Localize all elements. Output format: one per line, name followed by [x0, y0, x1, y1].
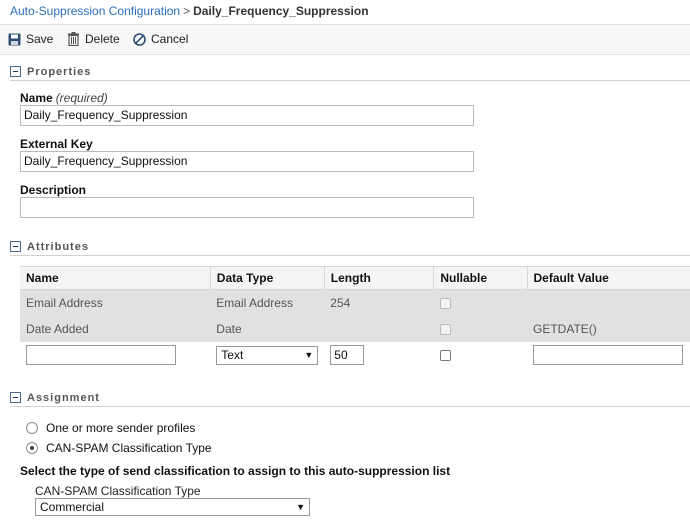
nullable-cell — [433, 289, 527, 316]
column-header: Length — [324, 266, 435, 290]
breadcrumb-separator: > — [183, 4, 191, 18]
classification-type-label: CAN-SPAM Classification Type — [35, 484, 201, 498]
new-length-cell: 50 — [324, 341, 434, 369]
attributes-section-header[interactable]: Attributes — [10, 238, 690, 256]
new-default-cell — [527, 341, 690, 369]
required-marker: (required) — [55, 91, 108, 105]
classification-instruction: Select the type of send classification t… — [20, 464, 451, 478]
nullable-cell — [433, 315, 527, 342]
section-title: Attributes — [27, 240, 89, 253]
new-name-cell — [20, 341, 211, 369]
column-header: Default Value — [527, 266, 690, 290]
toolbar: Save Delete Cancel — [0, 24, 690, 55]
external-key-label: External Key — [20, 137, 93, 151]
new-attribute-name-input[interactable] — [26, 345, 176, 365]
section-title: Assignment — [27, 391, 100, 404]
dropdown-arrow-icon: ▼ — [296, 502, 305, 512]
attribute-data-type: Date — [210, 315, 325, 342]
attribute-default-value: GETDATE() — [527, 315, 690, 342]
attribute-data-type: Email Address — [210, 289, 325, 316]
assignment-section-header[interactable]: Assignment — [10, 389, 690, 407]
delete-button[interactable]: Delete — [67, 32, 120, 46]
nullable-checkbox — [439, 298, 451, 310]
radio-button[interactable] — [26, 442, 38, 454]
new-data-type-cell: Text ▼ — [210, 341, 325, 369]
cancel-icon — [133, 32, 146, 46]
radio-label: CAN-SPAM Classification Type — [46, 441, 212, 455]
save-label: Save — [26, 32, 54, 46]
collapse-icon[interactable] — [10, 392, 21, 403]
radio-button[interactable] — [26, 422, 38, 434]
attribute-length — [324, 315, 434, 342]
radio-can-spam[interactable]: CAN-SPAM Classification Type — [26, 441, 212, 455]
column-header: Data Type — [210, 266, 325, 290]
description-label: Description — [20, 183, 87, 197]
nullable-checkbox[interactable] — [439, 350, 451, 362]
save-icon — [8, 33, 21, 45]
attribute-name: Email Address — [20, 289, 211, 316]
trash-icon — [68, 32, 79, 46]
nullable-checkbox — [439, 323, 451, 335]
table-header-row: Name Data Type Length Nullable Default V… — [20, 266, 690, 290]
breadcrumb-current: Daily_Frequency_Suppression — [193, 4, 369, 18]
radio-label: One or more sender profiles — [46, 421, 196, 435]
new-attribute-row: Text ▼ 50 — [20, 341, 690, 369]
section-title: Properties — [27, 65, 92, 78]
new-nullable-cell — [433, 341, 527, 369]
classification-type-select[interactable]: Commercial ▼ — [35, 498, 310, 516]
column-header: Nullable — [433, 266, 528, 290]
data-type-selected: Text — [221, 348, 244, 362]
radio-sender-profiles[interactable]: One or more sender profiles — [26, 421, 195, 435]
cancel-button[interactable]: Cancel — [133, 32, 188, 46]
save-button[interactable]: Save — [8, 32, 53, 46]
breadcrumb: Auto-Suppression Configuration > Daily_Fre… — [10, 4, 369, 18]
default-value-input[interactable] — [533, 345, 683, 365]
external-key-input[interactable]: Daily_Frequency_Suppression — [20, 151, 474, 172]
name-label-text: Name — [20, 91, 53, 105]
delete-label: Delete — [85, 32, 120, 46]
table-row: Date Added Date GETDATE() — [20, 315, 690, 342]
name-input[interactable]: Daily_Frequency_Suppression — [20, 105, 474, 126]
data-type-select[interactable]: Text ▼ — [216, 345, 319, 365]
breadcrumb-parent-link[interactable]: Auto-Suppression Configuration — [10, 4, 180, 18]
description-input[interactable] — [20, 197, 474, 218]
collapse-icon[interactable] — [10, 66, 21, 77]
attributes-table: Name Data Type Length Nullable Default V… — [20, 266, 690, 369]
attribute-length: 254 — [324, 289, 434, 316]
name-label: Name (required) — [20, 91, 108, 105]
cancel-label: Cancel — [151, 32, 189, 46]
table-row: Email Address Email Address 254 — [20, 289, 690, 316]
collapse-icon[interactable] — [10, 241, 21, 252]
classification-selected: Commercial — [40, 500, 105, 514]
attribute-default-value — [527, 289, 690, 316]
dropdown-arrow-icon: ▼ — [304, 350, 314, 360]
column-header: Name — [20, 266, 211, 290]
length-input[interactable]: 50 — [330, 345, 365, 365]
properties-section-header[interactable]: Properties — [10, 63, 690, 81]
attribute-name: Date Added — [20, 315, 211, 342]
